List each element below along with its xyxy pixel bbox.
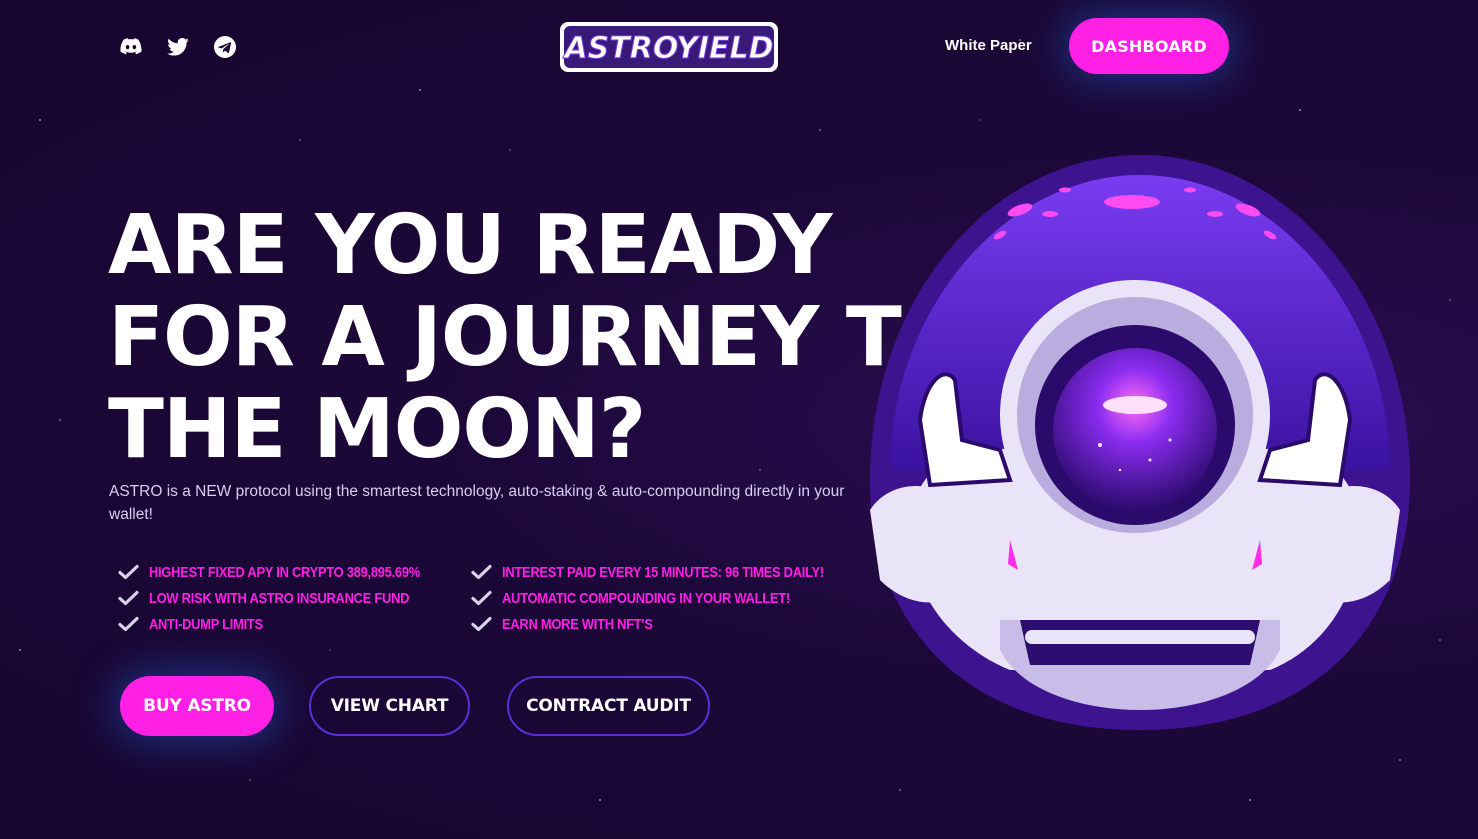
feature-item: AUTOMATIC COMPOUNDING IN YOUR WALLET! [471, 587, 871, 609]
hero-headline: ARE YOU READY FOR A JOURNEY TO THE MOON? [108, 198, 971, 477]
check-icon [471, 590, 492, 606]
feature-text: HIGHEST FIXED APY IN CRYPTO 389,895.69% [149, 563, 420, 581]
feature-list: HIGHEST FIXED APY IN CRYPTO 389,895.69% … [118, 561, 871, 635]
hero-headline-line-3: THE MOON? [108, 382, 646, 477]
feature-item: ANTI-DUMP LIMITS [118, 613, 471, 635]
feature-text: ANTI-DUMP LIMITS [149, 615, 263, 633]
white-paper-link[interactable]: White Paper [945, 37, 1032, 54]
astronaut-mascot-image [870, 155, 1410, 730]
feature-item: HIGHEST FIXED APY IN CRYPTO 389,895.69% [118, 561, 471, 583]
feature-text: AUTOMATIC COMPOUNDING IN YOUR WALLET! [502, 589, 790, 607]
check-icon [471, 564, 492, 580]
dashboard-button[interactable]: DASHBOARD [1069, 18, 1229, 74]
astroyield-logo[interactable]: ASTROYIELD [557, 18, 781, 76]
feature-text: INTEREST PAID EVERY 15 MINUTES: 96 TIMES… [502, 563, 824, 581]
check-icon [118, 616, 139, 632]
feature-item: EARN MORE WITH NFT'S [471, 613, 871, 635]
hero-headline-line-1: ARE YOU READY [108, 198, 833, 293]
check-icon [118, 590, 139, 606]
discord-icon[interactable] [118, 34, 143, 59]
feature-item: INTEREST PAID EVERY 15 MINUTES: 96 TIMES… [471, 561, 871, 583]
feature-text: EARN MORE WITH NFT'S [502, 615, 653, 633]
svg-text:ASTROYIELD: ASTROYIELD [562, 31, 773, 66]
feature-text: LOW RISK WITH ASTRO INSURANCE FUND [149, 589, 410, 607]
check-icon [471, 616, 492, 632]
hero-subtitle: ASTRO is a NEW protocol using the smarte… [109, 483, 845, 523]
view-chart-button[interactable]: VIEW CHART [309, 676, 470, 736]
check-icon [118, 564, 139, 580]
buy-astro-button[interactable]: BUY ASTRO [120, 676, 274, 736]
telegram-icon[interactable] [212, 34, 237, 59]
twitter-icon[interactable] [165, 34, 190, 59]
social-links [118, 34, 237, 59]
hero-headline-line-2: FOR A JOURNEY TO [108, 290, 971, 385]
contract-audit-button[interactable]: CONTRACT AUDIT [507, 676, 710, 736]
feature-item: LOW RISK WITH ASTRO INSURANCE FUND [118, 587, 471, 609]
